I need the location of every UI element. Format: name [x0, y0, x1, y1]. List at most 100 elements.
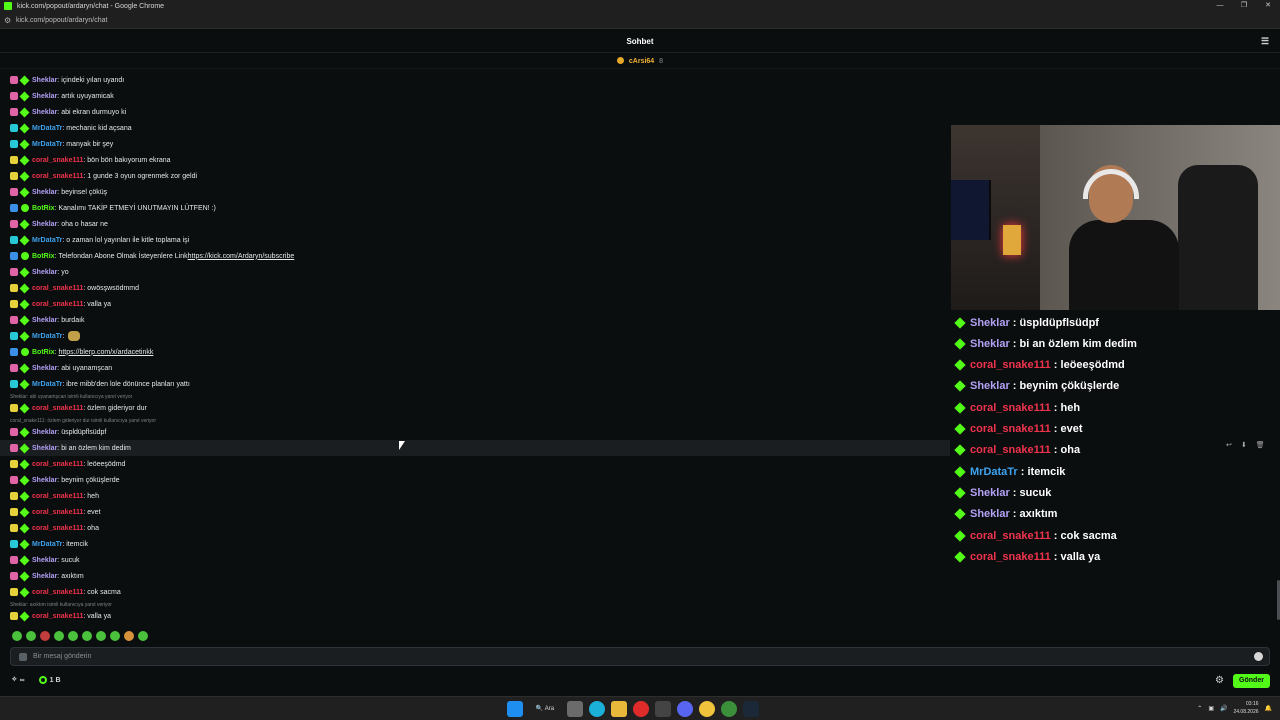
message-username[interactable]: BotRix [32, 349, 55, 356]
chat-message[interactable]: MrDataTr: ibre mibb'den lole dönünce pla… [10, 376, 190, 392]
discord-icon[interactable] [677, 701, 693, 717]
notifications-icon[interactable]: 🔔 [1265, 705, 1272, 712]
send-button[interactable]: Gönder [1233, 674, 1270, 688]
pinned-username[interactable]: cArsi64 [629, 58, 654, 65]
message-username[interactable]: coral_snake111 [32, 493, 83, 500]
task-view-icon[interactable] [567, 701, 583, 717]
file-explorer-icon[interactable] [611, 701, 627, 717]
message-username[interactable]: Sheklar [32, 477, 57, 484]
chat-message[interactable]: coral_snake111: özlem gideriyor dur [10, 400, 147, 416]
steam-icon[interactable] [743, 701, 759, 717]
message-username[interactable]: Sheklar [32, 573, 57, 580]
reply-context[interactable]: Sheklar: axıktım isimli kullanıcıya yanı… [10, 601, 112, 609]
chat-message[interactable]: Sheklar: beynim çöküşlerde [10, 472, 120, 488]
message-link[interactable]: https://kick.com/Ardaryn/subscribe [188, 253, 295, 260]
message-link[interactable]: https://blerp.com/x/ardacetinkk [58, 349, 153, 356]
chat-message[interactable]: coral_snake111: owösşwsödmmd [10, 280, 139, 296]
volume-icon[interactable]: 🔊 [1220, 705, 1227, 712]
message-username[interactable]: Sheklar [32, 77, 57, 84]
message-username[interactable]: coral_snake111 [32, 173, 83, 180]
chat-message[interactable]: coral_snake111: bön bön bakıyorum ekrana [10, 152, 171, 168]
quick-emote-7[interactable] [96, 631, 106, 641]
chat-message[interactable]: MrDataTr: [10, 328, 81, 344]
steam-like-icon[interactable] [655, 701, 671, 717]
message-username[interactable]: coral_snake111 [32, 405, 83, 412]
chat-message[interactable]: coral_snake111: valla ya [10, 608, 111, 624]
chrome-profile-icon[interactable] [721, 701, 737, 717]
reply-context[interactable]: Sheklar: abi uyanamşcan isimli kullanıcı… [10, 393, 132, 401]
chat-users-icon[interactable]: ☰ [1260, 36, 1270, 46]
chat-message[interactable]: Sheklar: abi uyanamşcan [10, 360, 112, 376]
chat-message[interactable]: coral_snake111: 1 gunde 3 oyun ogrenmek … [10, 168, 197, 184]
message-username[interactable]: Sheklar [32, 317, 57, 324]
chrome-icon[interactable] [699, 701, 715, 717]
reply-context[interactable]: coral_snake111: özlem gideriyor dur isim… [10, 417, 156, 425]
quick-emote-5[interactable] [68, 631, 78, 641]
chat-message[interactable]: Sheklar: beyinsel çöküş [10, 184, 107, 200]
message-username[interactable]: MrDataTr [32, 381, 62, 388]
quick-emote-1[interactable] [12, 631, 22, 641]
chat-message[interactable]: Sheklar: içindeki yılan uyandı [10, 72, 124, 88]
delete-icon[interactable]: 🗑 [1256, 441, 1265, 449]
chat-message[interactable]: BotRix: Kanalımı TAKİP ETMEYİ UNUTMAYIN … [10, 200, 216, 216]
chat-message[interactable]: coral_snake111: cok sacma [10, 584, 121, 600]
points-count[interactable]: 1 B [50, 677, 61, 684]
quick-emote-10[interactable] [138, 631, 148, 641]
chat-message[interactable]: Sheklar: üspldüpflsüdpf [10, 424, 106, 440]
chat-message[interactable]: Sheklar: axıktım [10, 568, 84, 584]
message-username[interactable]: MrDataTr [32, 125, 62, 132]
pinned-gifter-bar[interactable]: cArsi64 8 [0, 54, 1280, 69]
message-username[interactable]: coral_snake111 [32, 589, 83, 596]
message-username[interactable]: Sheklar [32, 557, 57, 564]
message-username[interactable]: coral_snake111 [32, 301, 83, 308]
message-username[interactable]: Sheklar [32, 109, 57, 116]
chat-message[interactable]: MrDataTr: manyak bir şey [10, 136, 113, 152]
share-icon[interactable]: ⟡ [12, 676, 17, 684]
taskbar-clock[interactable]: 03:16 24.08.2026 [1233, 700, 1258, 716]
chat-message[interactable]: coral_snake111: oha [10, 520, 99, 536]
chat-message[interactable]: coral_snake111: evet [10, 504, 101, 520]
message-username[interactable]: Sheklar [32, 93, 57, 100]
quick-emote-4[interactable] [54, 631, 64, 641]
chat-message[interactable]: Sheklar: sucuk [10, 552, 79, 568]
address-bar[interactable]: ⚙ kick.com/popout/ardaryn/chat [0, 12, 1280, 29]
message-username[interactable]: BotRix [32, 253, 55, 260]
chat-message[interactable]: MrDataTr: o zaman lol yayınları ile kitl… [10, 232, 189, 248]
windows-start-icon[interactable] [507, 701, 523, 717]
message-username[interactable]: MrDataTr [32, 333, 62, 340]
message-username[interactable]: BotRix [32, 205, 55, 212]
message-username[interactable]: Sheklar [32, 269, 57, 276]
reply-icon[interactable]: ↩ [1226, 441, 1232, 449]
site-info-icon[interactable]: ⚙ [4, 16, 16, 25]
chat-message[interactable]: coral_snake111: heh [10, 488, 99, 504]
pin-icon[interactable]: ⬇ [1241, 441, 1247, 449]
chat-message[interactable]: coral_snake111: leöeeşödmd [10, 456, 125, 472]
quick-emote-8[interactable] [110, 631, 120, 641]
message-username[interactable]: MrDataTr [32, 541, 62, 548]
chat-message[interactable]: MrDataTr: mechanic kid açsana [10, 120, 132, 136]
quick-emote-9[interactable] [124, 631, 134, 641]
emoji-picker-icon[interactable] [1254, 652, 1263, 661]
chat-settings-icon[interactable]: ⚙ [1215, 675, 1224, 686]
chat-message[interactable]: Sheklar: artık uyuyamicak [10, 88, 114, 104]
message-username[interactable]: Sheklar [32, 445, 57, 452]
message-username[interactable]: MrDataTr [32, 237, 62, 244]
close-button[interactable]: ✕ [1256, 0, 1280, 12]
message-username[interactable]: Sheklar [32, 221, 57, 228]
message-username[interactable]: coral_snake111 [32, 525, 83, 532]
quick-emote-6[interactable] [82, 631, 92, 641]
chat-message[interactable]: Sheklar: bi an özlem kim dedim [0, 440, 950, 456]
chat-message[interactable]: BotRix: https://blerp.com/x/ardacetinkk [10, 344, 153, 360]
quick-emote-2[interactable] [26, 631, 36, 641]
minimize-button[interactable]: — [1208, 0, 1232, 12]
chat-message[interactable]: Sheklar: burdaık [10, 312, 85, 328]
maximize-button[interactable]: ❐ [1232, 0, 1256, 12]
message-username[interactable]: Sheklar [32, 429, 57, 436]
chat-message[interactable]: Sheklar: oha o hasar ne [10, 216, 108, 232]
message-username[interactable]: Sheklar [32, 365, 57, 372]
message-username[interactable]: Sheklar [32, 189, 57, 196]
message-username[interactable]: coral_snake111 [32, 285, 83, 292]
opera-icon[interactable] [633, 701, 649, 717]
chat-message[interactable]: MrDataTr: itemcik [10, 536, 88, 552]
chat-message[interactable]: coral_snake111: valla ya [10, 296, 111, 312]
